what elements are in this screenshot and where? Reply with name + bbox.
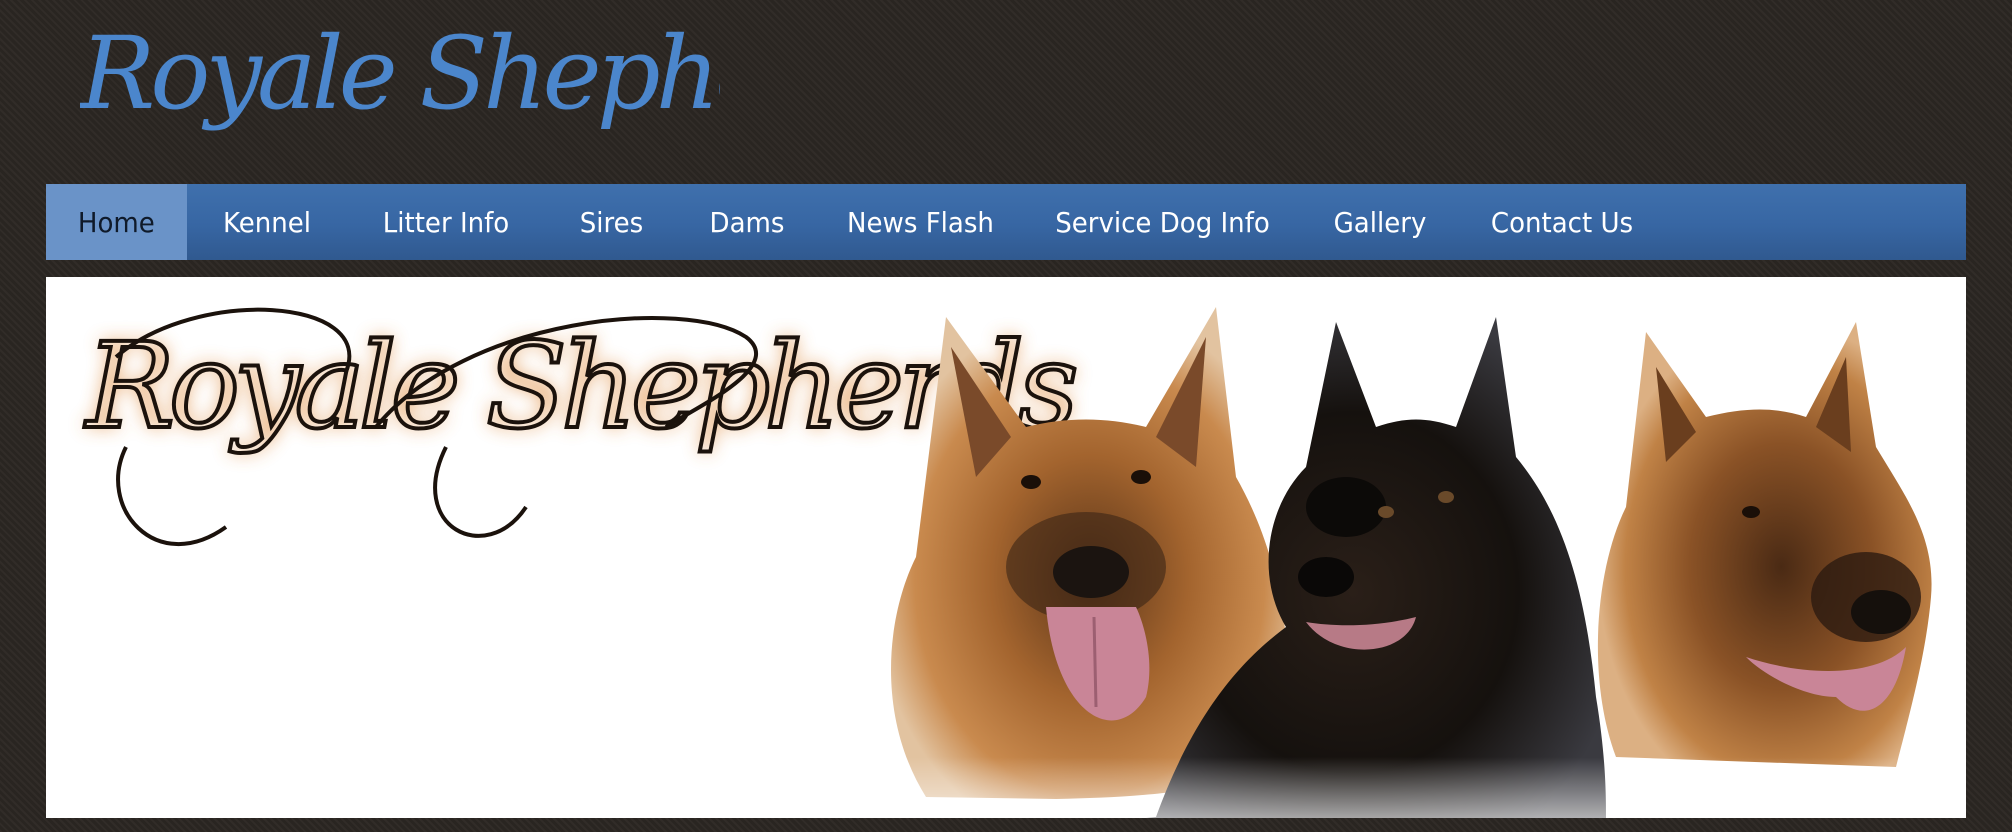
nav-gallery[interactable]: Gallery [1306, 184, 1455, 260]
nav-sires-label: Sires [579, 205, 644, 239]
nav-kennel[interactable]: Kennel [193, 184, 342, 260]
nav-dams-label: Dams [709, 205, 785, 239]
nav-home-label: Home [78, 205, 155, 239]
nav-litter-info[interactable]: Litter Info [354, 184, 538, 260]
nav-contact-us[interactable]: Contact Us [1467, 184, 1657, 260]
site-title[interactable]: Royale Shepherds [80, 8, 720, 148]
nav-service-dog-info[interactable]: Service Dog Info [1035, 184, 1291, 260]
svg-text:Royale Shepherds: Royale Shepherds [80, 15, 720, 132]
nav-news-flash[interactable]: News Flash [823, 184, 1017, 260]
nav-kennel-label: Kennel [222, 205, 312, 239]
nav-service-dog-info-label: Service Dog Info [1055, 205, 1270, 239]
main-nav: Home Kennel Litter Info Sires Dams News … [46, 184, 1966, 260]
nav-dams[interactable]: Dams [683, 184, 811, 260]
nav-gallery-label: Gallery [1333, 205, 1427, 239]
header-banner: Royale Shepherds Royale Shepherds [46, 277, 1966, 818]
banner-image: Royale Shepherds Royale Shepherds [82, 307, 1966, 818]
nav-litter-info-label: Litter Info [382, 205, 510, 239]
nav-news-flash-label: News Flash [847, 205, 994, 239]
nav-sires[interactable]: Sires [550, 184, 674, 260]
logo-text: Royale Shepherds [84, 317, 1075, 455]
sable-german-shepherd [1597, 322, 1932, 767]
nav-contact-us-label: Contact Us [1490, 205, 1634, 239]
nav-home[interactable]: Home [46, 184, 187, 260]
